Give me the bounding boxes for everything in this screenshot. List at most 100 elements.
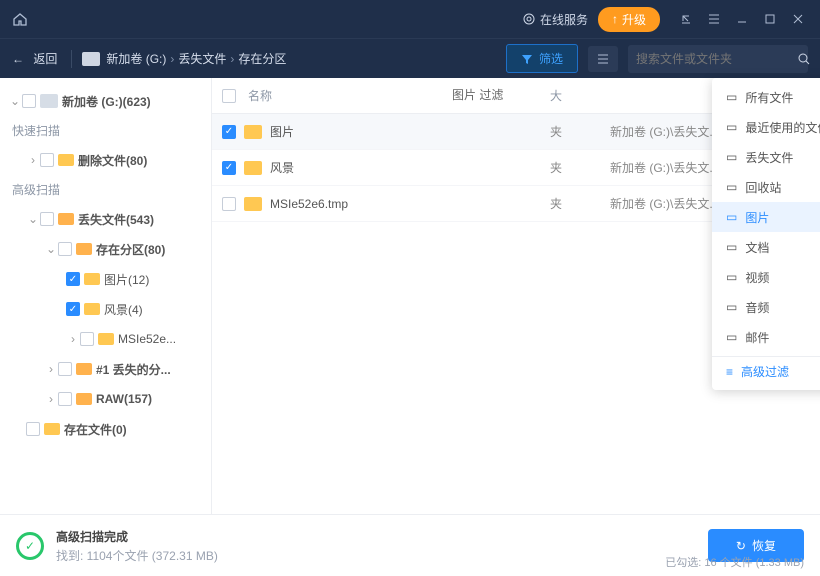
list-view-icon[interactable] [588, 46, 618, 72]
folder-icon [58, 154, 74, 166]
chevron-right-icon[interactable]: › [26, 153, 40, 167]
folder-icon [244, 125, 262, 139]
checkbox[interactable]: ✓ [66, 272, 80, 286]
filter-lost[interactable]: ▭丢失文件 [712, 142, 820, 172]
tree-label: 删除文件(80) [78, 152, 147, 169]
checkbox[interactable] [80, 332, 94, 346]
filter-mail[interactable]: ▭邮件 [712, 322, 820, 352]
chevron-down-icon[interactable]: ⌄ [44, 242, 58, 256]
close-icon[interactable] [784, 5, 812, 33]
filter-button[interactable]: 筛选 [506, 44, 578, 73]
tree-label: #1 丢失的分... [96, 361, 171, 378]
tree-deleted[interactable]: › 删除文件(80) [4, 145, 207, 175]
filter-all[interactable]: ▭ 所有文件 [712, 82, 820, 112]
chevron-right-icon[interactable]: › [44, 392, 58, 406]
tree-exist-file[interactable]: 存在文件(0) [4, 414, 207, 444]
upgrade-button[interactable]: ↑升级 [598, 7, 660, 32]
tree-exist-part[interactable]: ⌄ 存在分区(80) [4, 234, 207, 264]
tree-raw[interactable]: › RAW(157) [4, 384, 207, 414]
checkbox[interactable]: ✓ [222, 161, 236, 175]
breadcrumb-3[interactable]: 存在分区 [238, 50, 286, 67]
checkbox[interactable] [58, 362, 72, 376]
tree-label: 存在分区(80) [96, 241, 165, 258]
col-size[interactable]: 大 [550, 87, 610, 104]
trash-icon: ▭ [726, 180, 737, 194]
doc-icon: ▭ [726, 240, 737, 254]
checkbox[interactable] [58, 392, 72, 406]
online-service[interactable]: 在线服务 [522, 11, 588, 28]
folder-icon [84, 273, 100, 285]
selection-info: 已勾选: 16 个文件 (1.33 MB) [665, 554, 804, 570]
tree-label: 丢失文件(543) [78, 211, 154, 228]
file-name: MSIe52e6.tmp [270, 197, 550, 211]
checkbox[interactable] [40, 153, 54, 167]
chevron-right-icon[interactable]: › [66, 332, 80, 346]
breadcrumb-1[interactable]: 新加卷 (G:) [106, 50, 166, 67]
tree-label: 存在文件(0) [64, 421, 127, 438]
checkbox[interactable] [222, 197, 236, 211]
clock-icon: ▭ [726, 120, 737, 134]
file-type: 夹 [550, 195, 610, 212]
filter-audio[interactable]: ▭音频 [712, 292, 820, 322]
lost-icon: ▭ [726, 150, 737, 164]
checkbox[interactable]: ✓ [222, 125, 236, 139]
search-icon[interactable] [797, 52, 811, 66]
tree-label: RAW(157) [96, 392, 152, 406]
item-label: 视频 [745, 269, 769, 286]
minimize-icon[interactable] [728, 5, 756, 33]
sidebar: ⌄新加卷 (G:)(623) 快速扫描 ›删除文件(80) 高级扫描 ⌄丢失文件… [0, 78, 212, 514]
tree-label: 风景(4) [104, 301, 143, 318]
mail-icon: ▭ [726, 330, 737, 344]
tree-lost-part[interactable]: › #1 丢失的分... [4, 354, 207, 384]
file-icon: ▭ [726, 90, 737, 104]
checkbox[interactable] [40, 212, 54, 226]
tree-pic[interactable]: ✓图片(12) [4, 264, 207, 294]
footer: ✓ 高级扫描完成 找到: 1104个文件 (372.31 MB) ↻恢复 已勾选… [0, 514, 820, 576]
filter-recycle[interactable]: ▭回收站 [712, 172, 820, 202]
image-icon: ▭ [726, 210, 737, 224]
checkbox[interactable] [22, 94, 36, 108]
filter-advanced[interactable]: ≡高级过滤 [712, 356, 820, 386]
online-service-label: 在线服务 [540, 11, 588, 28]
menu-icon[interactable] [700, 5, 728, 33]
disk-icon [82, 52, 100, 66]
chevron-down-icon[interactable]: ⌄ [8, 94, 22, 108]
col-name[interactable]: 名称 [248, 87, 272, 104]
share-icon[interactable] [672, 5, 700, 33]
filter-doc[interactable]: ▭文档 [712, 232, 820, 262]
scan-status-title: 高级扫描完成 [56, 528, 218, 545]
search-field[interactable] [636, 52, 791, 66]
back-button[interactable]: ← 返回 [12, 50, 57, 67]
video-icon: ▭ [726, 270, 737, 284]
folder-icon [58, 213, 74, 225]
up-arrow-icon: ↑ [612, 12, 618, 26]
chevron-right-icon: › [230, 52, 234, 66]
checkbox[interactable]: ✓ [66, 302, 80, 316]
folder-icon [84, 303, 100, 315]
tree-scenery[interactable]: ✓ 风景(4) [4, 294, 207, 324]
select-all-checkbox[interactable] [222, 89, 236, 103]
filter-pic[interactable]: ▭图片✓ [712, 202, 820, 232]
item-label: 图片 [745, 209, 769, 226]
quick-scan-header: 快速扫描 [4, 116, 207, 145]
scan-status-sub: 找到: 1104个文件 (372.31 MB) [56, 547, 218, 564]
maximize-icon[interactable] [756, 5, 784, 33]
file-type: 夹 [550, 123, 610, 140]
tree-root[interactable]: ⌄新加卷 (G:)(623) [4, 86, 207, 116]
checkbox[interactable] [26, 422, 40, 436]
item-label: 所有文件 [745, 89, 793, 106]
checkbox[interactable] [58, 242, 72, 256]
chevron-down-icon[interactable]: ⌄ [26, 212, 40, 226]
search-input[interactable] [628, 45, 808, 73]
folder-icon [44, 423, 60, 435]
recover-label: 恢复 [752, 537, 776, 554]
chevron-right-icon[interactable]: › [44, 362, 58, 376]
home-icon[interactable] [8, 7, 32, 31]
breadcrumb-2[interactable]: 丢失文件 [178, 50, 226, 67]
tree-msie[interactable]: ›MSIe52e... [4, 324, 207, 354]
tree-lost[interactable]: ⌄ 丢失文件(543) [4, 204, 207, 234]
filter-recent[interactable]: ▭最近使用的文件 [712, 112, 820, 142]
filter-video[interactable]: ▭ 视频 [712, 262, 820, 292]
item-label: 音频 [745, 299, 769, 316]
sliders-icon: ≡ [726, 365, 733, 379]
